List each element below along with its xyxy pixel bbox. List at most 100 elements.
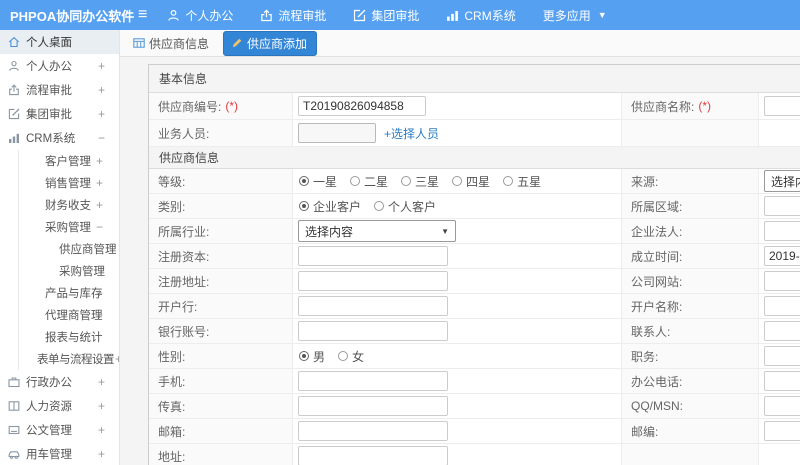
expand-toggle[interactable]: +: [98, 423, 105, 437]
upload-icon: [8, 84, 20, 96]
radio-icon: [338, 351, 349, 361]
expand-toggle[interactable]: +: [98, 375, 105, 389]
contact-input[interactable]: [764, 321, 800, 341]
supplier-name-input[interactable]: [764, 96, 800, 116]
contact-label: 联系人:: [631, 324, 671, 339]
email-input[interactable]: [298, 421, 448, 441]
radio-icon: [401, 176, 412, 186]
sidebar-item-sales-mgmt[interactable]: 销售管理 +: [19, 172, 119, 194]
expand-toggle[interactable]: +: [98, 107, 105, 121]
fax-input[interactable]: [298, 396, 448, 416]
radio-option-five-star[interactable]: 五星: [503, 173, 541, 190]
sidebar-item-customer-mgmt[interactable]: 客户管理 +: [19, 150, 119, 172]
supplier-code-input[interactable]: [298, 96, 426, 116]
source-label: 来源:: [631, 174, 659, 189]
radio-option-three-star[interactable]: 三星: [401, 173, 439, 190]
staff-input[interactable]: [298, 123, 376, 143]
radio-option-enterprise[interactable]: 企业客户: [299, 198, 361, 215]
sidebar-item-purchasing[interactable]: 采购管理: [19, 260, 119, 282]
collapse-toggle[interactable]: −: [98, 131, 105, 145]
radio-option-female[interactable]: 女: [338, 348, 364, 365]
main-content: 供应商信息 供应商添加 基本信息 供应商编号: (*) 供应商名称: [120, 30, 800, 465]
category-label: 类别:: [158, 199, 186, 214]
supplier-code-label: 供应商编号:: [158, 99, 222, 114]
office-phone-input[interactable]: [764, 371, 800, 391]
gender-radio-group: 男 女: [299, 348, 377, 365]
person-icon: [8, 60, 20, 72]
expand-toggle[interactable]: +: [98, 399, 105, 413]
form-row-address: 地址:: [149, 444, 800, 465]
nav-crm-system[interactable]: CRM系统: [446, 7, 516, 24]
registered-address-input[interactable]: [298, 271, 448, 291]
sidebar-item-agent-mgmt[interactable]: 代理商管理 +: [19, 304, 119, 326]
top-bar: PHPOA协同办公软件 ≡ 个人办公 流程审批 集团审批 CRM系统 更多应用 …: [0, 0, 800, 30]
sidebar-item-group-approval[interactable]: 集团审批 +: [0, 102, 119, 126]
expand-toggle[interactable]: +: [96, 308, 103, 322]
legal-person-input[interactable]: [764, 221, 800, 241]
source-select[interactable]: 选择内容▼: [764, 170, 800, 192]
form-row-bank-account: 银行账号: 联系人:: [149, 319, 800, 344]
collapse-toggle[interactable]: −: [96, 220, 103, 234]
position-input[interactable]: [764, 346, 800, 366]
address-input[interactable]: [298, 446, 448, 465]
radio-option-four-star[interactable]: 四星: [452, 173, 490, 190]
website-input[interactable]: [764, 271, 800, 291]
home-icon: [8, 36, 20, 48]
registered-capital-input[interactable]: [298, 246, 448, 266]
tab-supplier-add[interactable]: 供应商添加: [223, 30, 318, 56]
position-label: 职务:: [631, 349, 659, 364]
expand-toggle[interactable]: +: [98, 447, 105, 461]
sidebar-item-document-mgmt[interactable]: 公文管理 +: [0, 418, 119, 442]
bank-account-input[interactable]: [298, 321, 448, 341]
founded-date-input[interactable]: [764, 246, 800, 266]
staff-label: 业务人员:: [158, 126, 210, 141]
sidebar-item-personal-desktop[interactable]: 个人桌面: [0, 30, 119, 54]
radio-option-individual[interactable]: 个人客户: [374, 198, 436, 215]
sidebar-item-purchase-mgmt[interactable]: 采购管理 −: [19, 216, 119, 238]
zip-input[interactable]: [764, 421, 800, 441]
mobile-input[interactable]: [298, 371, 448, 391]
form-row-category: 类别: 企业客户 个人客户 所属区域:: [149, 194, 800, 219]
section-title-basic-info: 基本信息: [149, 65, 800, 93]
nav-label: 更多应用: [542, 8, 591, 23]
region-input[interactable]: [764, 196, 800, 216]
form-row-capital: 注册资本: 成立时间:: [149, 244, 800, 269]
sidebar-item-personal-office[interactable]: 个人办公 +: [0, 54, 119, 78]
radio-option-male[interactable]: 男: [299, 348, 325, 365]
bank-input[interactable]: [298, 296, 448, 316]
sidebar-item-supplier-mgmt[interactable]: 供应商管理: [19, 238, 119, 260]
nav-group-approval[interactable]: 集团审批: [353, 7, 419, 24]
sidebar-item-workflow-approval[interactable]: 流程审批 +: [0, 78, 119, 102]
menu-toggle-icon[interactable]: ≡: [138, 0, 147, 30]
sidebar-item-reports-stats[interactable]: 报表与统计: [19, 326, 119, 348]
nav-workflow-approval[interactable]: 流程审批: [260, 7, 326, 24]
nav-more-apps[interactable]: 更多应用 ▼: [543, 7, 607, 24]
sidebar-item-finance[interactable]: 财务收支 +: [19, 194, 119, 216]
expand-toggle[interactable]: +: [96, 198, 103, 212]
expand-toggle[interactable]: +: [98, 83, 105, 97]
expand-toggle[interactable]: +: [96, 154, 103, 168]
radio-option-two-star[interactable]: 二星: [350, 173, 388, 190]
form-row-supplier-code: 供应商编号: (*) 供应商名称: (*): [149, 93, 800, 120]
select-staff-link[interactable]: +选择人员: [384, 125, 439, 142]
sidebar-item-admin-office[interactable]: 行政办公 +: [0, 370, 119, 394]
bar-chart-icon: [8, 132, 20, 144]
radio-option-one-star[interactable]: 一星: [299, 173, 337, 190]
nav-personal-office[interactable]: 个人办公: [167, 7, 233, 24]
expand-toggle[interactable]: +: [98, 59, 105, 73]
supplier-form-panel: 基本信息 供应商编号: (*) 供应商名称: (*): [148, 64, 800, 465]
expand-toggle[interactable]: +: [96, 176, 103, 190]
tab-supplier-info[interactable]: 供应商信息: [133, 35, 209, 52]
sidebar-item-product-inventory[interactable]: 产品与库存 +: [19, 282, 119, 304]
industry-select[interactable]: 选择内容 ▼: [298, 220, 456, 242]
bank-label: 开户行:: [158, 299, 198, 314]
account-name-input[interactable]: [764, 296, 800, 316]
sidebar-item-form-workflow-settings[interactable]: 表单与流程设置 +: [19, 348, 119, 370]
sidebar-item-human-resources[interactable]: 人力资源 +: [0, 394, 119, 418]
mobile-label: 手机:: [158, 374, 186, 389]
expand-toggle[interactable]: +: [96, 286, 103, 300]
sidebar-item-crm-system[interactable]: CRM系统 −: [0, 126, 119, 150]
sidebar-item-vehicle-mgmt[interactable]: 用车管理 +: [0, 442, 119, 465]
qq-msn-input[interactable]: [764, 396, 800, 416]
zip-label: 邮编:: [631, 424, 659, 439]
